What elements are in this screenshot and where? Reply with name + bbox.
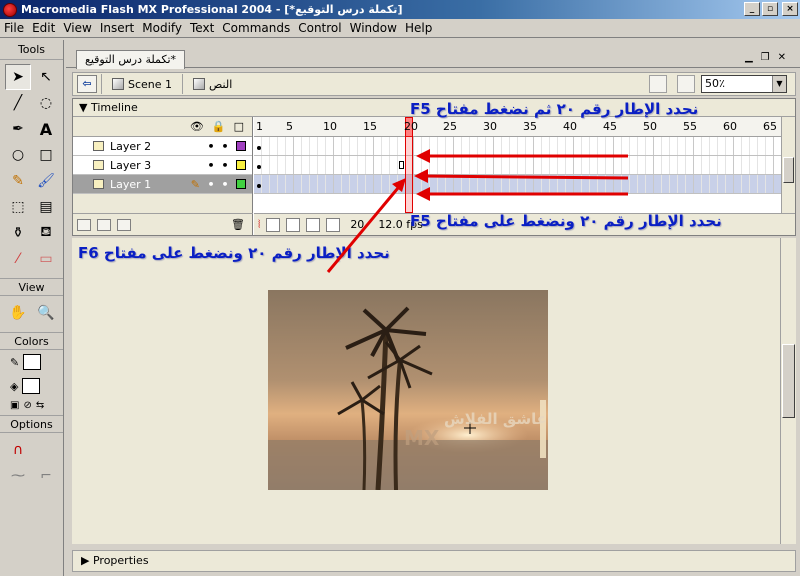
- title-bar: Macromedia Flash MX Professional 2004 - …: [0, 0, 800, 19]
- pencil-tool-icon[interactable]: ✎: [5, 168, 31, 194]
- close-button[interactable]: ×: [782, 2, 798, 16]
- lasso-tool-icon[interactable]: ◌: [33, 90, 59, 116]
- option-tools: ∩ ⁓ ⌐: [0, 433, 63, 493]
- line-tool-icon[interactable]: ╱: [5, 90, 31, 116]
- stroke-color-row: ✎: [0, 350, 63, 374]
- annotation-arrows: [326, 149, 629, 273]
- fill-color-swatch[interactable]: [22, 378, 41, 394]
- menu-help[interactable]: Help: [401, 21, 436, 35]
- menu-file[interactable]: File: [0, 21, 28, 35]
- flash-app-icon: [3, 2, 17, 17]
- color-mode-buttons: ▣ ⊘ ⇆: [0, 398, 63, 413]
- oval-tool-icon[interactable]: ○: [5, 142, 31, 168]
- fill-transform-tool-icon[interactable]: ▤: [33, 194, 59, 220]
- pen-tool-icon[interactable]: ✒: [5, 116, 31, 142]
- properties-label: Properties: [92, 554, 149, 567]
- paint-bucket-tool-icon[interactable]: ⛾: [33, 220, 59, 246]
- fill-color-row: ◈: [0, 374, 63, 398]
- stroke-color-swatch[interactable]: [23, 354, 42, 370]
- tools-panel: Tools ➤ ↖ ╱ ◌ ✒ A ○ □ ✎ 🖌 ⬚ ▤ ⚱ ⛾ ⁄ ▭ Vi…: [0, 40, 64, 576]
- menu-text[interactable]: Text: [186, 21, 218, 35]
- ruler-tick: 20: [404, 120, 418, 133]
- text-tool-icon[interactable]: A: [33, 116, 59, 142]
- view-section-label: View: [0, 278, 63, 296]
- menu-view[interactable]: View: [59, 21, 95, 35]
- arrow-tool-icon[interactable]: ➤: [5, 64, 31, 90]
- zoom-tool-icon[interactable]: 🔍: [33, 300, 59, 326]
- rectangle-tool-icon[interactable]: □: [33, 142, 59, 168]
- window-controls: _ ▫ ×: [744, 2, 798, 16]
- fill-color-icon: ◈: [10, 379, 19, 393]
- colors-section-label: Colors: [0, 332, 63, 350]
- document-area: تكملة درس التوقيع* ▁ ❐ ✕ ⇦ Scene 1 النص: [66, 40, 800, 576]
- window-title: Macromedia Flash MX Professional 2004 - …: [21, 3, 403, 16]
- menu-control[interactable]: Control: [294, 21, 345, 35]
- eyedropper-tool-icon[interactable]: ⁄: [5, 246, 31, 272]
- smooth-icon[interactable]: ⁓: [5, 463, 31, 489]
- menu-commands[interactable]: Commands: [218, 21, 294, 35]
- restore-button[interactable]: ▫: [762, 2, 778, 16]
- free-transform-tool-icon[interactable]: ⬚: [5, 194, 31, 220]
- black-white-icon[interactable]: ▣: [10, 400, 19, 411]
- properties-panel[interactable]: ▶ Properties: [72, 550, 796, 572]
- view-tools: ✋ 🔍: [0, 296, 63, 330]
- menu-window[interactable]: Window: [346, 21, 401, 35]
- options-section-label: Options: [0, 415, 63, 433]
- brush-tool-icon[interactable]: 🖌: [33, 168, 59, 194]
- tools-panel-title: Tools: [0, 40, 63, 60]
- subselect-tool-icon[interactable]: ↖: [33, 64, 59, 90]
- menu-modify[interactable]: Modify: [138, 21, 186, 35]
- swap-colors-icon[interactable]: ⇆: [36, 400, 44, 411]
- no-color-icon[interactable]: ⊘: [23, 400, 31, 411]
- eraser-tool-icon[interactable]: ▭: [33, 246, 59, 272]
- minimize-button[interactable]: _: [744, 2, 760, 16]
- straighten-icon[interactable]: ⌐: [33, 463, 59, 489]
- flash-app-window: Macromedia Flash MX Professional 2004 - …: [0, 0, 800, 576]
- menu-insert[interactable]: Insert: [96, 21, 138, 35]
- ink-bottle-tool-icon[interactable]: ⚱: [5, 220, 31, 246]
- menu-edit[interactable]: Edit: [28, 21, 59, 35]
- drawing-tools: ➤ ↖ ╱ ◌ ✒ A ○ □ ✎ 🖌 ⬚ ▤ ⚱ ⛾ ⁄ ▭: [0, 60, 63, 276]
- stroke-color-icon: ✎: [10, 355, 20, 369]
- menu-bar: File Edit View Insert Modify Text Comman…: [0, 19, 800, 38]
- snap-magnet-icon[interactable]: ∩: [5, 437, 31, 463]
- hand-tool-icon[interactable]: ✋: [5, 300, 31, 326]
